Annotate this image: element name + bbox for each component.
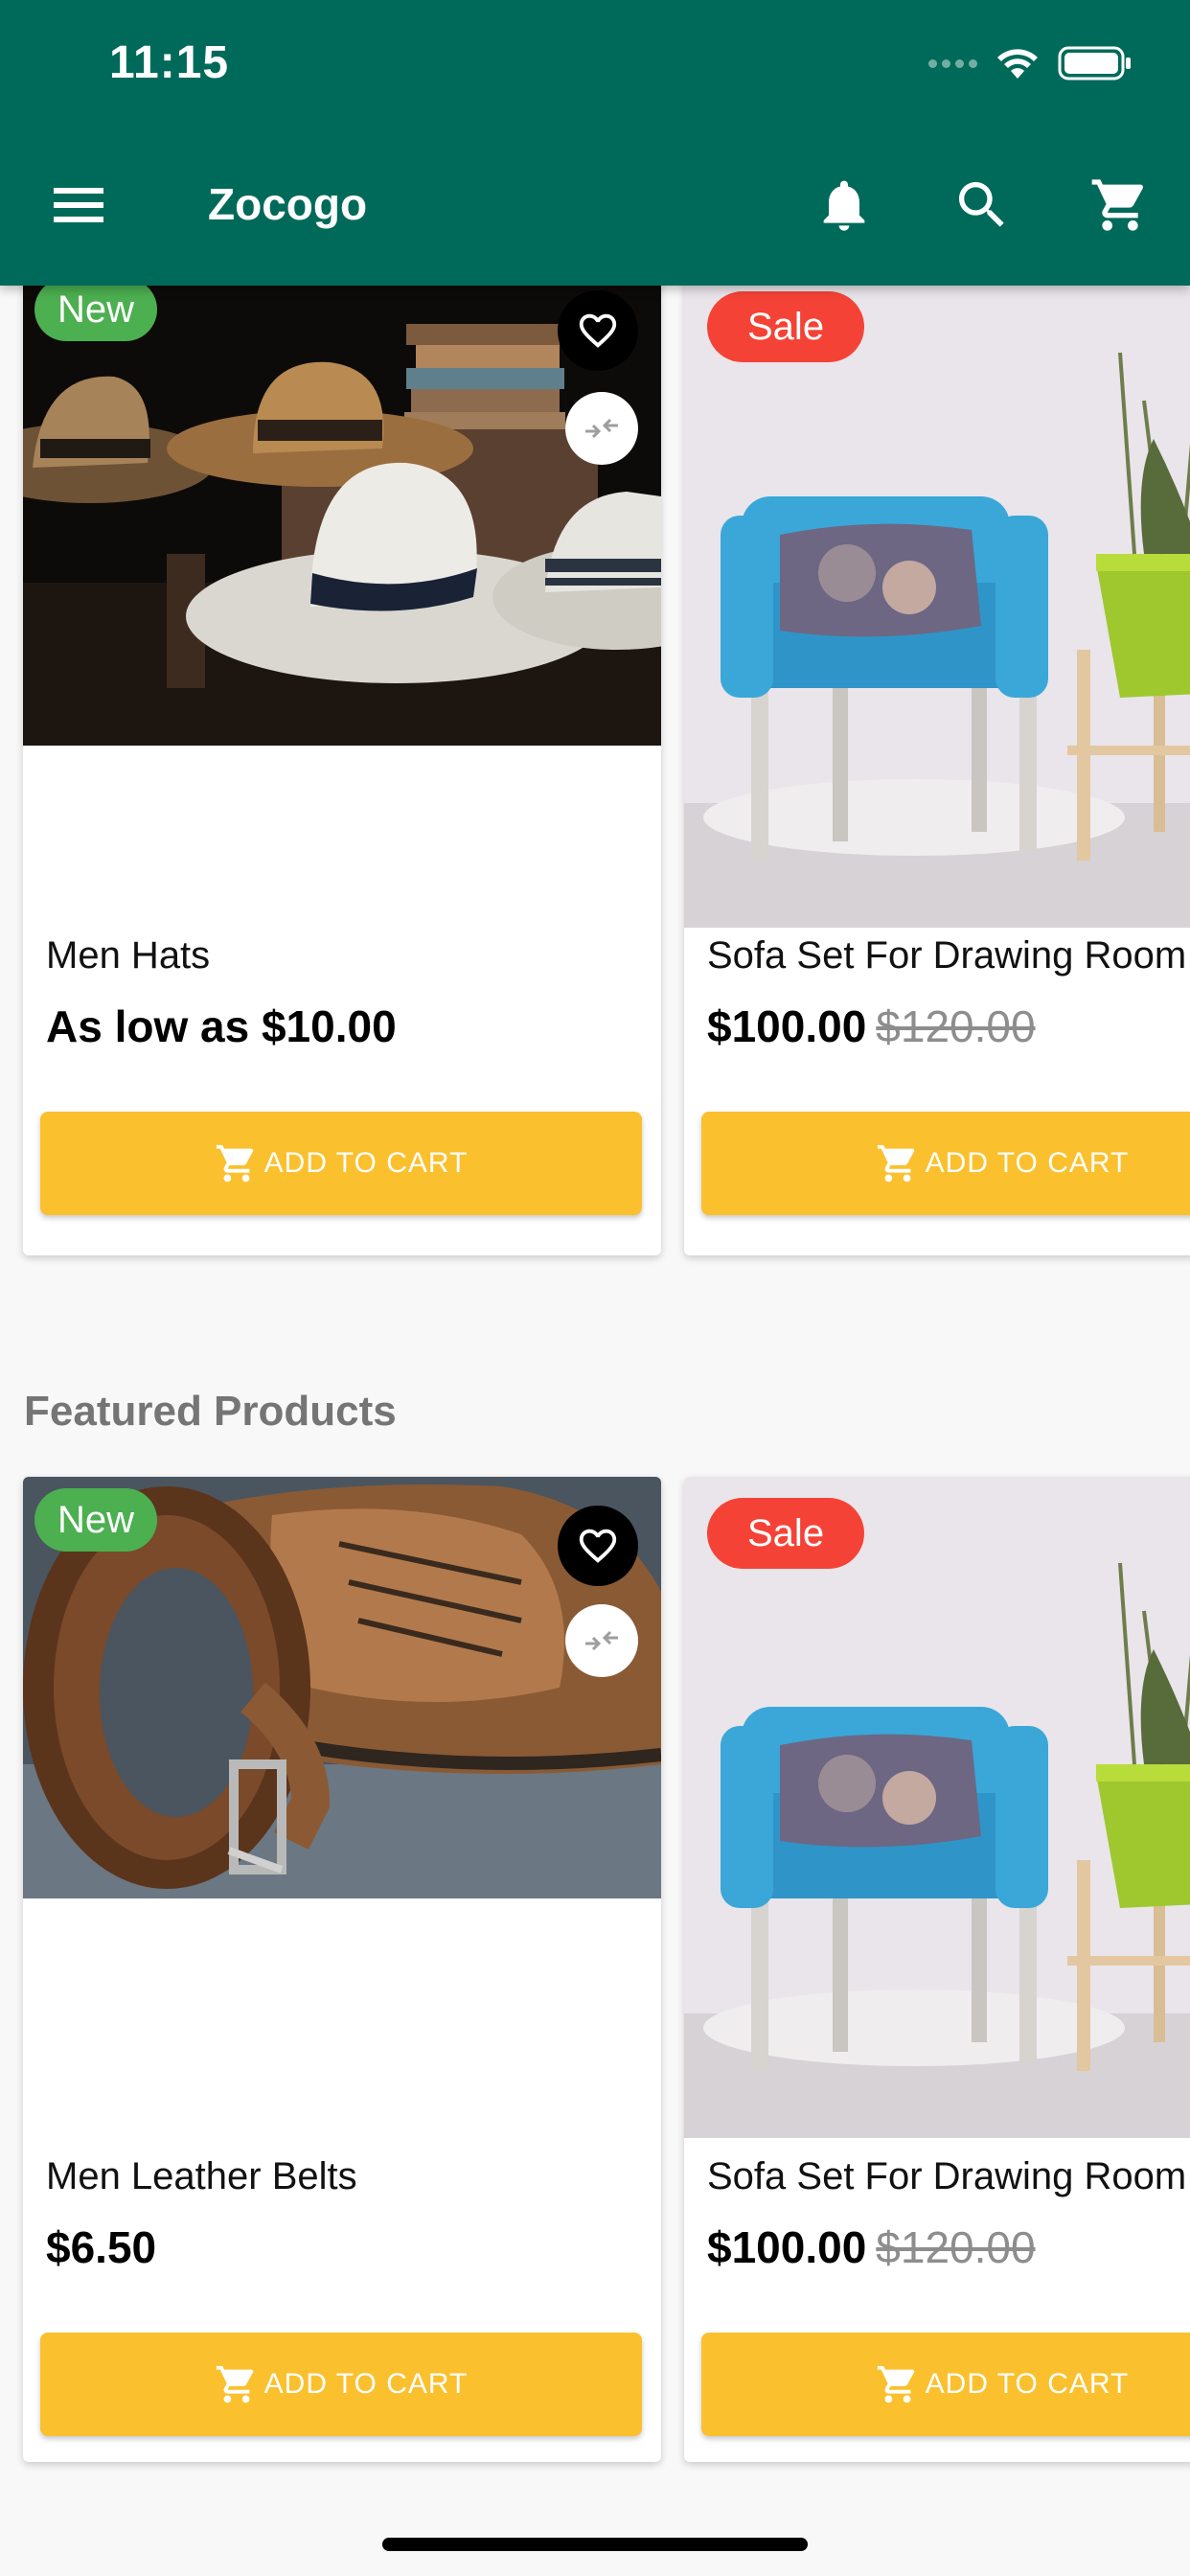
product-image-sofa[interactable] — [684, 1477, 1190, 2138]
badge-sale: Sale — [707, 291, 865, 362]
product-price: As low as $10.00 — [46, 1000, 397, 1052]
product-name[interactable]: Sofa Set For Drawing Room — [707, 2155, 1186, 2198]
price-value: $100.00 — [707, 1001, 867, 1051]
compare-button[interactable] — [565, 1604, 638, 1677]
product-scroll-area[interactable]: New Men Hats As low as $10.00 ADD TO CAR… — [0, 286, 1190, 2576]
cart-icon — [877, 2365, 914, 2404]
product-name[interactable]: Sofa Set For Drawing Room — [707, 934, 1186, 978]
battery-icon — [1058, 46, 1131, 80]
compare-arrows-icon — [585, 1630, 618, 1651]
price-value: $6.50 — [46, 2222, 157, 2272]
compare-arrows-icon — [585, 418, 618, 439]
add-to-cart-button[interactable]: ADD TO CART — [701, 1112, 1190, 1215]
app-bar: 11:15 Zocogo — [0, 0, 1190, 286]
add-to-cart-button[interactable]: ADD TO CART — [40, 2333, 642, 2436]
product-price: $6.50 — [46, 2221, 156, 2273]
wishlist-button[interactable] — [558, 290, 638, 371]
status-time: 11:15 — [109, 37, 230, 88]
add-to-cart-label: ADD TO CART — [263, 2368, 469, 2400]
product-price: $100.00 $120.00 — [707, 1000, 1036, 1052]
price-value: As low as $10.00 — [46, 1001, 397, 1051]
product-image-sofa[interactable] — [684, 286, 1190, 928]
status-icons — [928, 42, 1133, 84]
add-to-cart-label: ADD TO CART — [263, 1147, 469, 1179]
home-indicator[interactable] — [382, 2538, 808, 2551]
signal-icon — [928, 58, 977, 68]
product-price: $100.00 $120.00 — [707, 2221, 1036, 2273]
cart-icon — [877, 1144, 914, 1183]
cart-icon[interactable] — [1089, 174, 1151, 236]
product-name[interactable]: Men Leather Belts — [46, 2155, 357, 2198]
compare-button[interactable] — [565, 392, 638, 465]
product-card[interactable]: Sale Sofa Set For Drawing Room $100.00 $1… — [684, 1477, 1190, 2462]
old-price: $120.00 — [876, 1001, 1036, 1051]
heart-icon — [579, 313, 617, 348]
add-to-cart-label: ADD TO CART — [925, 2368, 1130, 2400]
product-card[interactable]: New Men Hats As low as $10.00 ADD TO CAR… — [23, 286, 661, 1255]
heart-icon — [579, 1529, 617, 1563]
badge-new: New — [34, 286, 158, 341]
product-name[interactable]: Men Hats — [46, 934, 210, 978]
product-card[interactable]: New Men Leather Belts $6.50 ADD TO CART — [23, 1477, 661, 2462]
search-icon[interactable] — [951, 174, 1013, 236]
wishlist-button[interactable] — [558, 1506, 638, 1586]
price-value: $100.00 — [707, 2222, 867, 2272]
cart-icon — [216, 1144, 253, 1183]
add-to-cart-button[interactable]: ADD TO CART — [40, 1112, 642, 1215]
menu-icon[interactable] — [50, 180, 107, 230]
badge-new: New — [34, 1488, 158, 1552]
section-title-featured-products: Featured Products — [24, 1388, 397, 1435]
product-card[interactable]: Sale Sofa Set For Drawing Room $100.00 $1… — [684, 286, 1190, 1255]
notification-bell-icon[interactable] — [813, 174, 875, 236]
badge-sale: Sale — [707, 1498, 865, 1569]
wifi-icon — [997, 49, 1038, 79]
add-to-cart-label: ADD TO CART — [925, 1147, 1130, 1179]
add-to-cart-button[interactable]: ADD TO CART — [701, 2333, 1190, 2436]
app-title: Zocogo — [208, 179, 368, 229]
old-price: $120.00 — [876, 2222, 1036, 2272]
cart-icon — [216, 2365, 253, 2404]
